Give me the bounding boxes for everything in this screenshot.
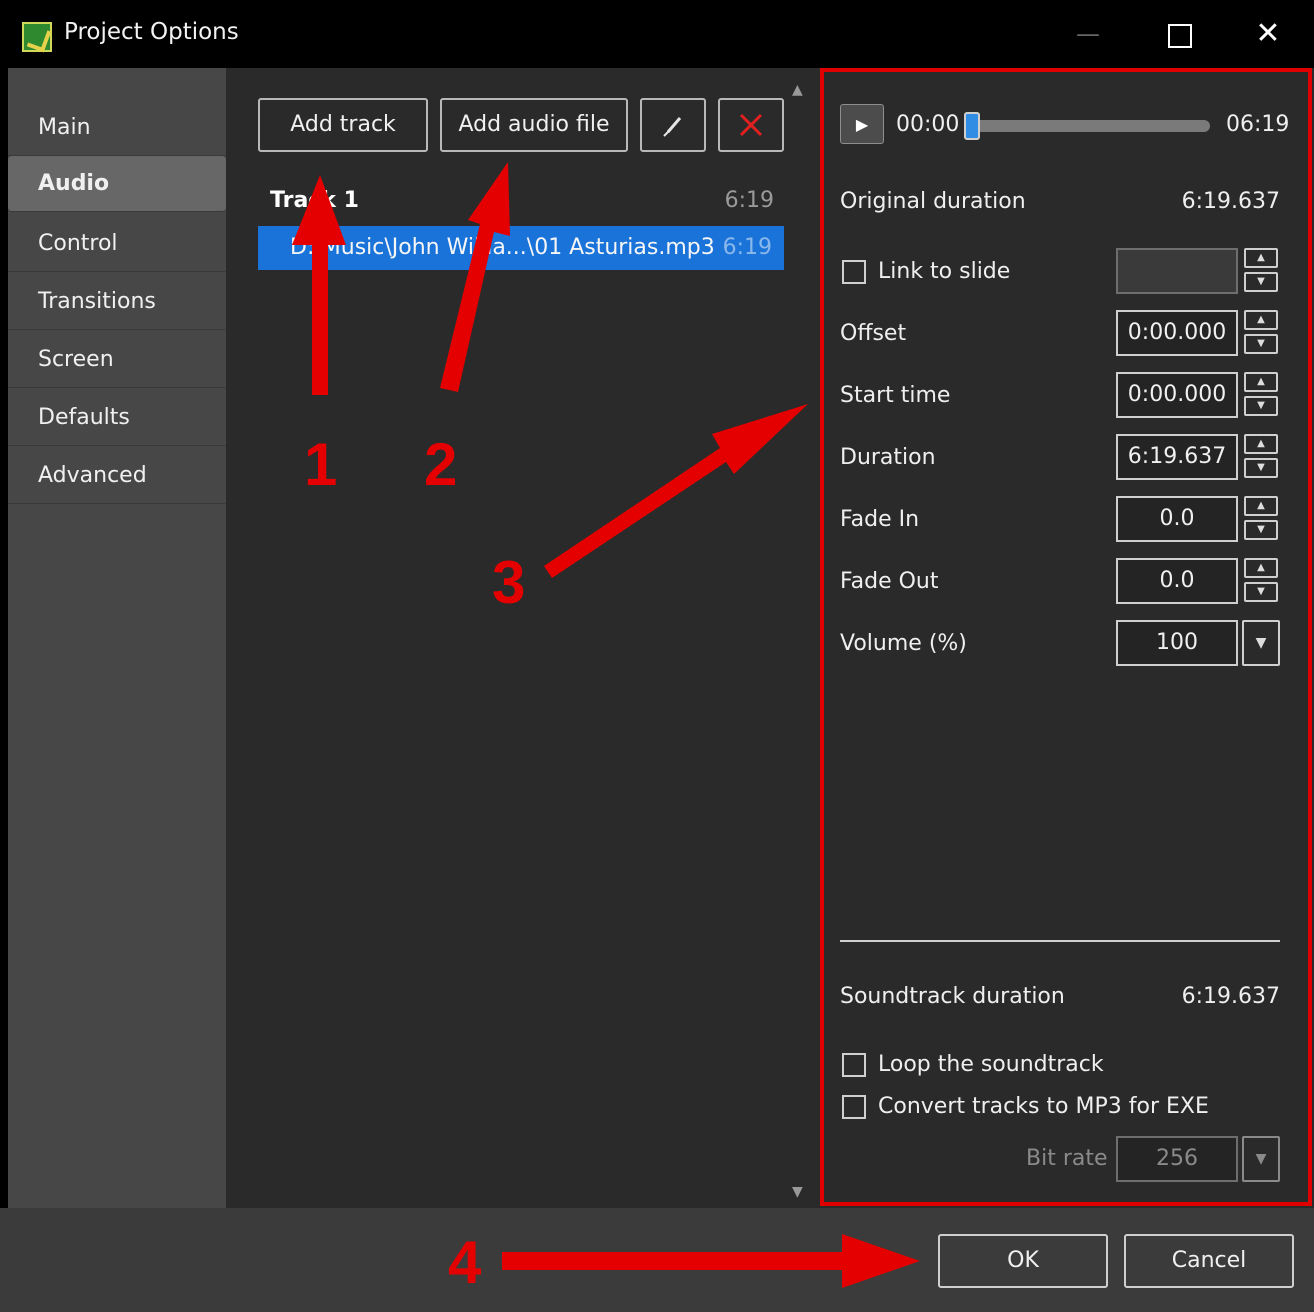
delete-button[interactable] — [718, 98, 784, 152]
window-title: Project Options — [64, 19, 239, 45]
sidebar-item-audio[interactable]: Audio — [8, 156, 226, 212]
title-bar: Project Options — ✕ — [0, 0, 1314, 68]
annotation-number-3: 3 — [492, 549, 526, 616]
cancel-button[interactable]: Cancel — [1124, 1234, 1294, 1288]
sidebar: Main Audio Control Transitions Screen De… — [8, 68, 226, 1208]
ok-button[interactable]: OK — [938, 1234, 1108, 1288]
pin-button[interactable] — [640, 98, 706, 152]
delete-x-icon — [739, 113, 763, 137]
sidebar-item-defaults[interactable]: Defaults — [8, 390, 226, 446]
track-file-duration: 6:19 — [722, 235, 772, 260]
dialog-footer — [0, 1208, 1314, 1312]
close-button[interactable]: ✕ — [1248, 14, 1288, 54]
annotation-number-2: 2 — [424, 431, 458, 498]
track-file-path: D:\Music\John Willia...\01 Asturias.mp3 — [290, 235, 715, 260]
track-duration: 6:19 — [724, 188, 774, 213]
app-icon — [22, 22, 52, 52]
track-file-item[interactable]: D:\Music\John Willia...\01 Asturias.mp3 … — [258, 226, 784, 270]
highlight-box — [820, 68, 1312, 1206]
track-title[interactable]: Track 1 — [270, 188, 359, 213]
annotation-number-1: 1 — [304, 431, 338, 498]
sidebar-item-screen[interactable]: Screen — [8, 332, 226, 388]
maximize-button[interactable] — [1158, 14, 1198, 54]
sidebar-item-transitions[interactable]: Transitions — [8, 274, 226, 330]
scroll-up-arrow[interactable]: ▲ — [792, 82, 810, 98]
minimize-button[interactable]: — — [1068, 14, 1108, 54]
annotation-number-4: 4 — [448, 1229, 482, 1296]
pin-icon — [663, 117, 682, 137]
sidebar-item-advanced[interactable]: Advanced — [8, 448, 226, 504]
add-track-button[interactable]: Add track — [258, 98, 428, 152]
scroll-down-arrow[interactable]: ▼ — [792, 1184, 810, 1200]
sidebar-item-main[interactable]: Main — [8, 100, 226, 156]
add-audio-file-button[interactable]: Add audio file — [440, 98, 628, 152]
sidebar-item-control[interactable]: Control — [8, 216, 226, 272]
